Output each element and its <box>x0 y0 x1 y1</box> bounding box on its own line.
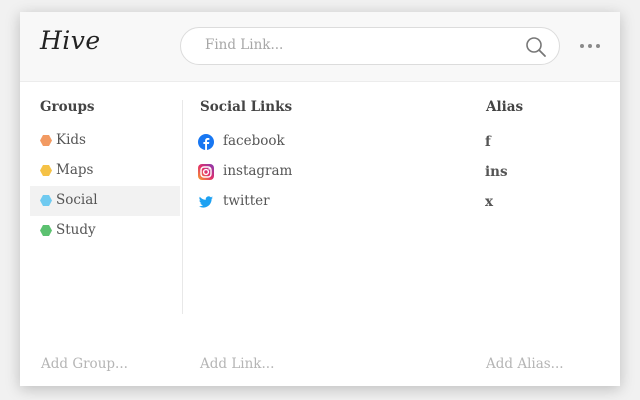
group-label: Maps <box>56 162 94 178</box>
alias-heading: Alias <box>486 99 524 115</box>
group-item-study[interactable]: Study <box>30 216 180 246</box>
more-dots-icon[interactable] <box>580 44 602 50</box>
link-label: instagram <box>223 163 293 179</box>
link-row-facebook[interactable]: facebook <box>198 131 488 155</box>
group-label: Kids <box>56 132 86 148</box>
add-link-input[interactable]: Add Link... <box>200 356 274 372</box>
alias-item[interactable]: x <box>485 194 493 210</box>
links-heading: Social Links <box>200 99 293 115</box>
hexagon-icon <box>40 135 52 146</box>
instagram-icon <box>198 164 214 180</box>
add-alias-input[interactable]: Add Alias... <box>486 356 564 372</box>
link-row-instagram[interactable]: instagram <box>198 161 488 185</box>
header: Hive Find Link... <box>20 12 620 82</box>
app-logo: Hive <box>40 26 101 55</box>
group-item-kids[interactable]: Kids <box>30 126 180 156</box>
alias-item[interactable]: f <box>485 134 491 150</box>
link-label: facebook <box>223 133 285 149</box>
hexagon-icon <box>40 225 52 236</box>
group-item-social[interactable]: Social <box>30 186 180 216</box>
groups-heading: Groups <box>40 99 95 115</box>
hive-popup: Hive Find Link... Groups Social Links Al… <box>20 12 620 386</box>
group-item-maps[interactable]: Maps <box>30 156 180 186</box>
twitter-icon <box>198 196 213 208</box>
add-group-input[interactable]: Add Group... <box>41 356 128 372</box>
column-divider <box>182 100 183 314</box>
group-label: Study <box>56 222 96 238</box>
hexagon-icon <box>40 165 52 176</box>
search-placeholder: Find Link... <box>205 37 284 53</box>
hexagon-icon <box>40 195 52 206</box>
alias-item[interactable]: ins <box>485 164 508 180</box>
link-row-twitter[interactable]: twitter <box>198 191 488 215</box>
search-input[interactable]: Find Link... <box>180 27 560 65</box>
group-label: Social <box>56 192 98 208</box>
facebook-icon <box>198 134 214 150</box>
search-icon[interactable] <box>525 36 547 58</box>
link-label: twitter <box>223 193 270 209</box>
